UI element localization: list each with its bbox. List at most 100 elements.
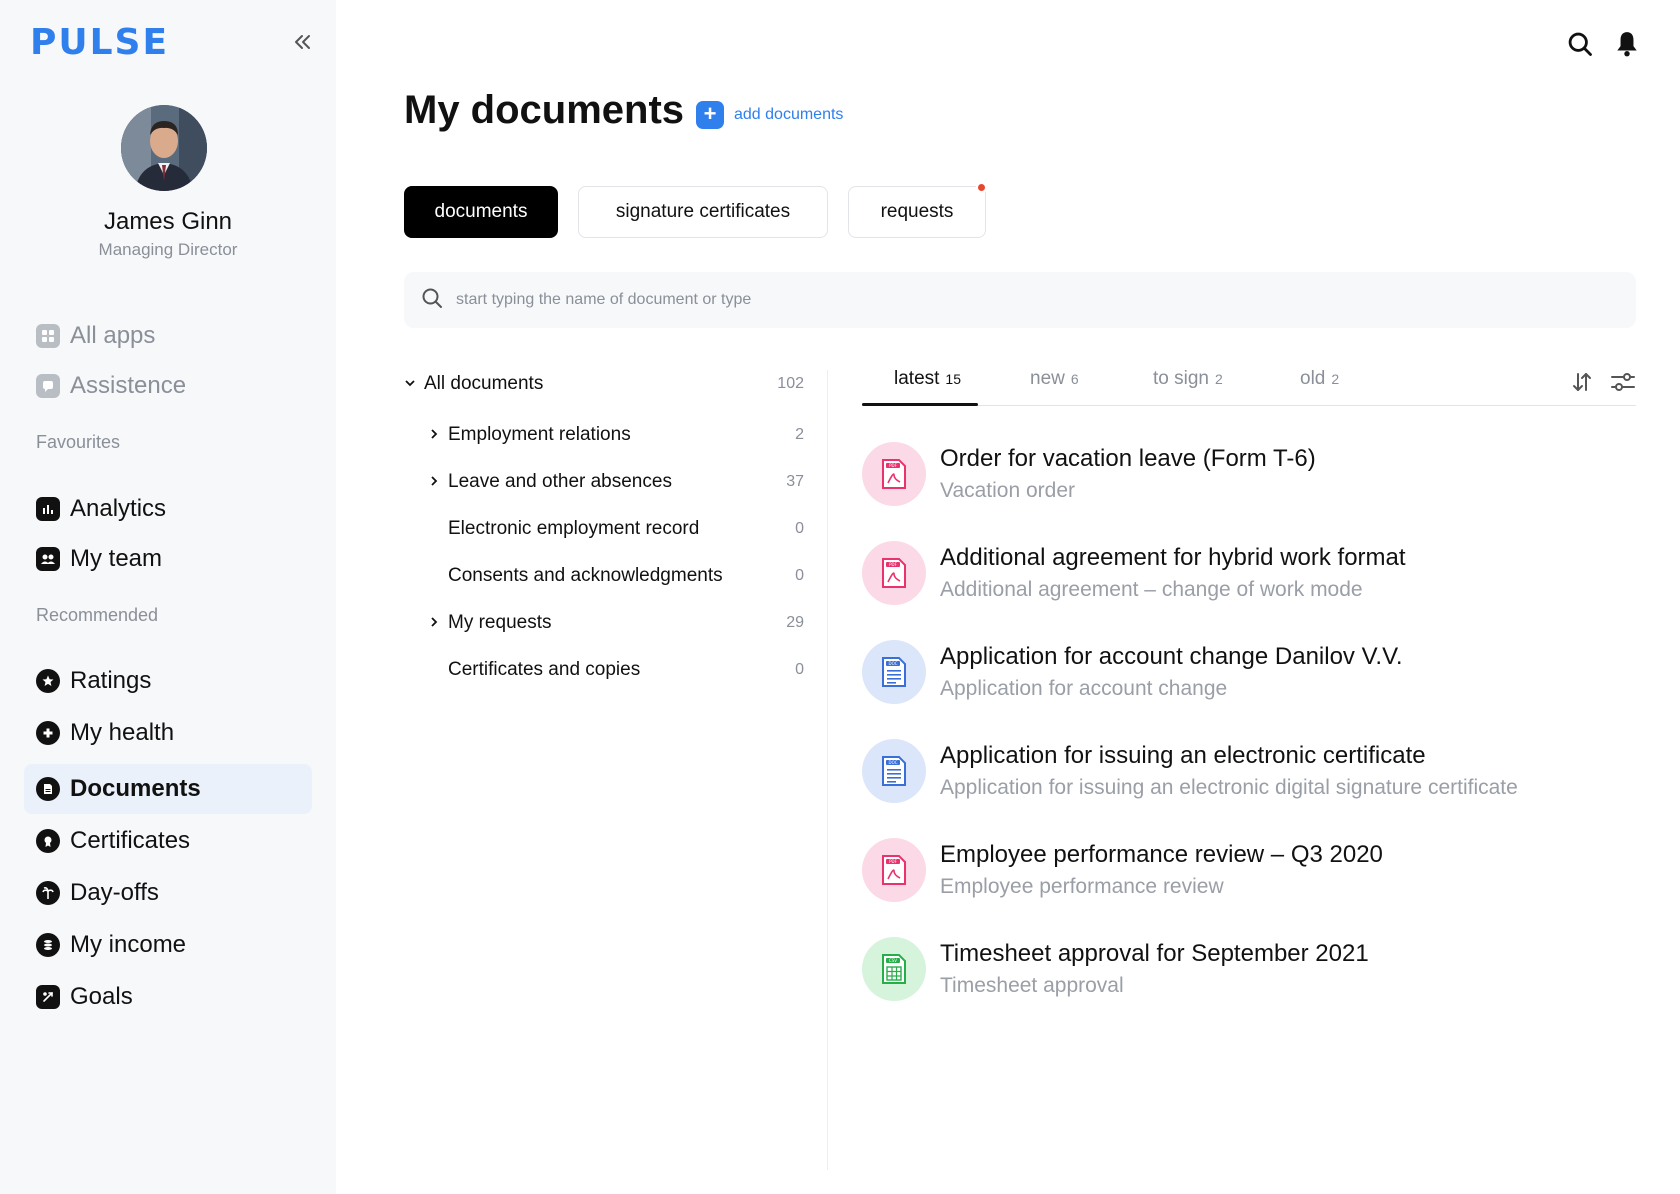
sidebar-item-day-offs[interactable]: Day-offs xyxy=(24,868,312,918)
document-title: Timesheet approval for September 2021 xyxy=(940,940,1369,967)
bar-chart-icon xyxy=(36,497,60,521)
filter-tab-count: 2 xyxy=(1214,371,1223,387)
document-row[interactable]: PDF Employee performance review – Q3 202… xyxy=(862,832,1636,908)
filter-tab-old[interactable]: old 2 xyxy=(1300,368,1339,406)
column-divider xyxy=(827,370,828,1170)
sidebar-item-label: All apps xyxy=(70,322,156,349)
document-row[interactable]: DOC Application for issuing an electroni… xyxy=(862,733,1636,809)
tree-item-label: Consents and acknowledgments xyxy=(448,565,723,586)
page-title: My documents xyxy=(404,88,685,132)
tree-item-consents-and-acknowledgments[interactable]: Consents and acknowledgments 0 xyxy=(428,561,804,591)
star-icon xyxy=(36,669,60,693)
document-row[interactable]: CSV Timesheet approval for September 202… xyxy=(862,931,1636,1007)
filter-tab-latest[interactable]: latest 15 xyxy=(894,368,961,406)
search-icon[interactable] xyxy=(1566,30,1594,63)
doc-file-icon: DOC xyxy=(862,640,926,704)
sidebar-item-label: My health xyxy=(70,719,175,746)
document-subtitle: Additional agreement – change of work mo… xyxy=(940,578,1363,601)
filter-tabs-underline xyxy=(862,405,1636,406)
sidebar-item-my-team[interactable]: My team xyxy=(24,534,312,584)
plus-icon: + xyxy=(696,101,724,129)
document-icon xyxy=(36,777,60,801)
tree-item-count: 0 xyxy=(795,661,804,678)
document-row[interactable]: DOC Application for account change Danil… xyxy=(862,634,1636,710)
tree-item-employment-relations[interactable]: Employment relations 2 xyxy=(428,420,804,450)
svg-text:PDF: PDF xyxy=(889,463,897,468)
chevron-right-icon xyxy=(428,474,448,490)
filter-tab-label: to sign xyxy=(1153,368,1209,389)
goal-icon xyxy=(36,985,60,1009)
tree-item-leave-and-other-absences[interactable]: Leave and other absences 37 xyxy=(428,467,804,497)
sidebar-item-documents[interactable]: Documents xyxy=(24,764,312,814)
tree-item-count: 0 xyxy=(795,567,804,584)
header-actions xyxy=(1566,30,1640,63)
svg-text:DOC: DOC xyxy=(888,661,897,666)
document-title: Order for vacation leave (Form T-6) xyxy=(940,445,1316,472)
tree-item-label: Electronic employment record xyxy=(448,518,700,539)
document-title: Employee performance review – Q3 2020 xyxy=(940,841,1383,868)
sidebar-item-label: My team xyxy=(70,545,163,572)
document-subtitle: Vacation order xyxy=(940,479,1076,502)
tree-item-count: 102 xyxy=(777,375,804,392)
add-documents-label: add documents xyxy=(734,106,844,123)
tree-item-label: All documents xyxy=(424,373,544,394)
sidebar-item-assistence[interactable]: Assistence xyxy=(24,361,312,411)
search-icon xyxy=(420,286,444,315)
filter-tab-label: new xyxy=(1030,368,1065,389)
document-subtitle: Employee performance review xyxy=(940,875,1224,898)
sidebar-item-my-income[interactable]: My income xyxy=(24,920,312,970)
document-subtitle: Timesheet approval xyxy=(940,974,1124,997)
sort-icon[interactable] xyxy=(1570,370,1594,399)
filter-tab-new[interactable]: new 6 xyxy=(1030,368,1079,406)
filter-settings-icon[interactable] xyxy=(1610,370,1636,399)
certificate-icon xyxy=(36,829,60,853)
tree-item-my-requests[interactable]: My requests 29 xyxy=(428,608,804,638)
sidebar-item-label: Analytics xyxy=(70,495,167,522)
collapse-sidebar-icon[interactable] xyxy=(290,30,314,54)
document-row[interactable]: PDF Order for vacation leave (Form T-6) … xyxy=(862,436,1636,512)
app-logo[interactable]: PULSE xyxy=(30,22,169,63)
document-subtitle: Application for issuing an electronic di… xyxy=(940,776,1518,799)
tree-item-count: 0 xyxy=(795,520,804,537)
add-documents-button[interactable]: + add documents xyxy=(696,101,843,129)
pdf-file-icon: PDF xyxy=(862,442,926,506)
sidebar-item-my-health[interactable]: My health xyxy=(24,708,312,758)
svg-text:PDF: PDF xyxy=(889,562,897,567)
notification-bell-icon[interactable] xyxy=(1614,30,1640,63)
document-subtitle: Application for account change xyxy=(940,677,1228,700)
tree-item-electronic-employment-record[interactable]: Electronic employment record 0 xyxy=(428,514,804,544)
sidebar-item-label: Certificates xyxy=(70,827,191,854)
sidebar-item-goals[interactable]: Goals xyxy=(24,972,312,1022)
sidebar-item-label: Documents xyxy=(70,775,201,802)
recommended-section-label: Recommended xyxy=(36,605,159,625)
sidebar-item-analytics[interactable]: Analytics xyxy=(24,484,312,534)
tree-item-count: 2 xyxy=(795,426,804,443)
tree-item-all-documents[interactable]: All documents 102 xyxy=(404,369,804,399)
tab-signature-certificates[interactable]: signature certificates xyxy=(578,186,828,238)
tree-item-certificates-and-copies[interactable]: Certificates and copies 0 xyxy=(428,655,804,685)
sidebar-item-label: Day-offs xyxy=(70,879,159,906)
team-icon xyxy=(36,547,60,571)
tab-documents[interactable]: documents xyxy=(404,186,558,238)
document-row[interactable]: PDF Additional agreement for hybrid work… xyxy=(862,535,1636,611)
sidebar: PULSE James Ginn Managing Director All a… xyxy=(0,0,336,1194)
search-input[interactable] xyxy=(456,291,1556,309)
sidebar-item-certificates[interactable]: Certificates xyxy=(24,816,312,866)
doc-file-icon: DOC xyxy=(862,739,926,803)
tree-item-label: Employment relations xyxy=(448,424,631,445)
grid-icon xyxy=(36,324,60,348)
sidebar-item-ratings[interactable]: Ratings xyxy=(24,656,312,706)
chevron-right-icon xyxy=(428,615,448,631)
sidebar-item-label: Goals xyxy=(70,983,133,1010)
svg-text:DOC: DOC xyxy=(888,760,897,765)
sidebar-item-all-apps[interactable]: All apps xyxy=(24,311,312,361)
avatar[interactable] xyxy=(121,105,207,191)
filter-tab-active-indicator xyxy=(862,403,978,406)
document-title: Application for issuing an electronic ce… xyxy=(940,742,1426,769)
sidebar-item-label: Ratings xyxy=(70,667,152,694)
tab-requests[interactable]: requests xyxy=(848,186,986,238)
filter-tab-count: 15 xyxy=(945,371,961,387)
filter-tab-to-sign[interactable]: to sign 2 xyxy=(1153,368,1223,406)
profile-role: Managing Director xyxy=(98,240,238,259)
palm-icon xyxy=(36,881,60,905)
